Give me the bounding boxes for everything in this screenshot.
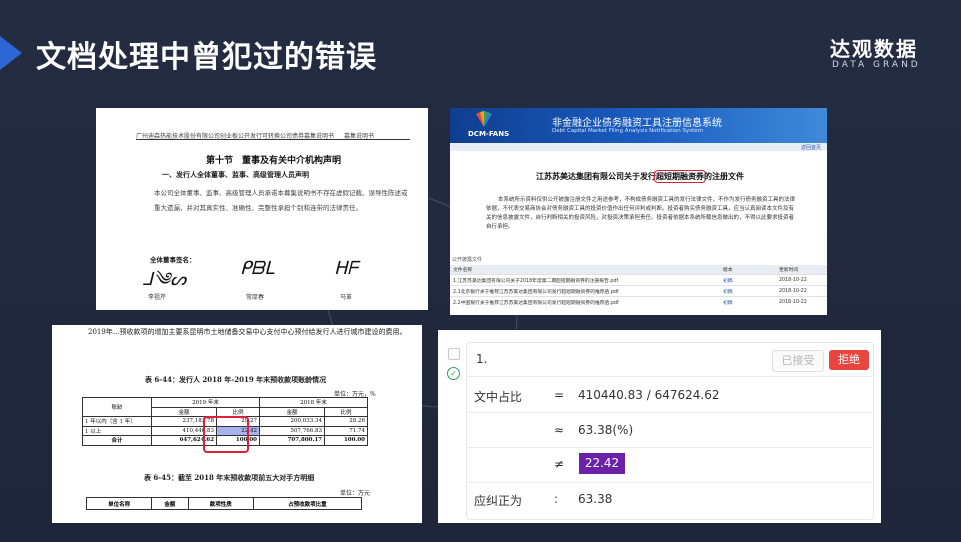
computed-value: 63.38(%): [578, 423, 634, 437]
formula-value: 410440.83 / 647624.62: [578, 388, 720, 402]
site-banner: DCM-FANS 非金融企业债务融资工具注册信息系统 Debt Capital …: [450, 108, 827, 143]
brand-logo-cn: 达观数据: [830, 37, 918, 61]
table-row: 2.1北京银行关于推荐江苏苏美达集团有限公司发行超短期融资券的推荐函.pdf 初稿…: [450, 285, 827, 297]
disclaimer-text: 本系统所示资料仅供公开披露注册文件之用途参考，不构成债务融资工具的发行法律文件，…: [486, 197, 796, 230]
col-header: 金额: [151, 497, 189, 510]
highlighted-term: 超短期融资券: [654, 170, 706, 183]
col-header: 金额: [258, 406, 326, 417]
title-arrow-icon: [0, 36, 22, 70]
document-title: 江苏苏美达集团有限公司关于发行超短期融资券的注册文件: [536, 170, 744, 183]
row-label: 1 以上: [82, 425, 152, 436]
section-title: 第十节 董事及有关中介机构声明: [206, 156, 342, 166]
brand-logo-en: DATA GRAND: [832, 60, 921, 70]
slide-title: 文档处理中曾犯过的错误: [36, 40, 377, 75]
item-checkbox[interactable]: [448, 348, 460, 360]
file-date: 2018-10-22: [776, 285, 827, 297]
dcm-logo-icon: [476, 111, 492, 127]
screenshot-prospectus-signatures: 广州迪森热能技术股份有限公司创业板公开发行可转换公司债券募集说明书 募集说明书 …: [96, 108, 428, 310]
system-title: 非金融企业债务融资工具注册信息系统: [552, 118, 722, 129]
file-name: 2.1北京银行关于推荐江苏苏美达集团有限公司发行超短期融资券的推荐函.pdf: [450, 285, 720, 297]
calc-row: [466, 482, 872, 519]
check-circle-icon: ✓: [447, 367, 460, 380]
home-link[interactable]: 返回首页: [801, 144, 821, 151]
accepted-button[interactable]: 已接受: [772, 350, 824, 372]
col-header: 2018 年末: [258, 397, 369, 408]
ratio-label: 文中占比: [474, 390, 523, 404]
operator: ≠: [554, 457, 565, 471]
operator: =: [554, 388, 565, 402]
title-suffix: 的注册文件: [704, 172, 744, 181]
calc-row: [466, 447, 872, 484]
corrected-value: 63.38: [578, 492, 613, 506]
paragraph-text: 2019年...预收款项的增加主要系昆明市土地储备交易中心支付中心预付给发行人进…: [88, 328, 407, 336]
system-subtitle: Debt Capital Market Filing Analysis Noti…: [552, 128, 704, 134]
error-highlight-box: [203, 416, 249, 453]
file-name: 1.江苏苏美达集团有限公司关于2018年度第二期超短期融资券的注册报告.pdf: [450, 274, 720, 286]
correction-label: 应纠正为: [474, 494, 523, 508]
file-link[interactable]: 初稿: [723, 290, 733, 295]
nav-bar: [450, 143, 827, 151]
table-row: 1.江苏苏美达集团有限公司关于2018年度第二期超短期融资券的注册报告.pdf 初…: [450, 274, 827, 286]
file-link[interactable]: 初稿: [723, 279, 733, 284]
brand-name: DCM-FANS: [468, 130, 510, 138]
cell: 507,766.83: [258, 425, 326, 436]
table-row: 2.2中国银行关于推荐江苏苏美达集团有限公司发行超短期融资券的推荐函.pdf 初稿…: [450, 296, 827, 307]
counterparty-table: 单位名称 金额 款项性质 占预收款项比重: [85, 497, 363, 510]
col-header: 单位名称: [85, 497, 153, 510]
handwritten-signature: ᕼᖴ: [334, 258, 359, 279]
cell: 71.74: [324, 425, 368, 436]
file-list-title: 公开披露文件: [452, 257, 483, 263]
operator: ≈: [554, 423, 565, 437]
col-header: 2019 年末: [151, 397, 260, 408]
review-panel: ✓ 1. 已接受 拒绝 文中占比 = 410440.83 / 647624.62…: [438, 330, 881, 523]
cell: 707,800.17: [258, 435, 326, 446]
col-header: 款项性质: [187, 497, 254, 510]
signer-name: 马革: [340, 294, 353, 301]
cell: 200,033.34: [258, 416, 326, 427]
slide: 文档处理中曾犯过的错误 达观数据 DATA GRAND 广州迪森热能技术股份有限…: [0, 0, 961, 542]
declaration-text: 本公司全体董事、监事、高级管理人员承诺本募集说明书不存在虚假记载、误导性陈述或重…: [154, 189, 408, 212]
table-caption: 表 6-44：发行人 2018 年-2019 年末预收款项账龄情况: [145, 375, 327, 384]
col-header: 文件名称: [450, 265, 720, 275]
header-rule: [136, 139, 410, 140]
table-caption: 表 6-45：截至 2018 年末预收款项前五大对手方明细: [144, 473, 315, 482]
col-header: 占预收款项比重: [252, 497, 363, 510]
col-header: 版本: [720, 265, 776, 275]
file-name: 2.2中国银行关于推荐江苏苏美达集团有限公司发行超短期融资券的推荐函.pdf: [450, 296, 720, 307]
file-table: 文件名称 版本 更新时间 1.江苏苏美达集团有限公司关于2018年度第二期超短期融资…: [450, 265, 827, 307]
handwritten-signature: ᒧ༄ᔕ: [142, 269, 187, 290]
screenshot-financial-table: 2019年...预收款项的增加主要系昆明市土地储备交易中心支付中心预付给发行人进…: [52, 325, 422, 523]
cell: 100.00: [324, 435, 368, 446]
file-date: 2018-10-22: [776, 274, 827, 286]
row-label: 合计: [82, 435, 152, 446]
subsection-title: 一、发行人全体董事、监事、高级管理人员声明: [162, 171, 309, 179]
file-date: 2018-10-22: [776, 296, 827, 307]
operator: :: [554, 492, 559, 506]
col-header: 比例: [324, 406, 368, 417]
handwritten-signature: ᑭᗷᒪ: [240, 258, 275, 279]
item-index: 1.: [476, 352, 488, 366]
col-header: 更新时间: [776, 265, 827, 275]
cell: 28.26: [324, 416, 368, 427]
signer-name: 常厚春: [246, 294, 265, 301]
row-label: 1 年以内（含 1 年）: [82, 416, 152, 427]
calc-row: [466, 412, 872, 449]
file-link[interactable]: 初稿: [723, 301, 733, 306]
screenshot-dcm-registration: DCM-FANS 非金融企业债务融资工具注册信息系统 Debt Capital …: [450, 108, 827, 315]
reject-button[interactable]: 拒绝: [829, 350, 869, 370]
table-unit: 单位：万元: [340, 490, 371, 497]
col-header: 账龄: [82, 397, 152, 417]
title-prefix: 江苏苏美达集团有限公司关于发行: [536, 172, 656, 181]
wrong-value-tag: 22.42: [579, 453, 625, 474]
signer-name: 李祖芹: [148, 294, 167, 301]
